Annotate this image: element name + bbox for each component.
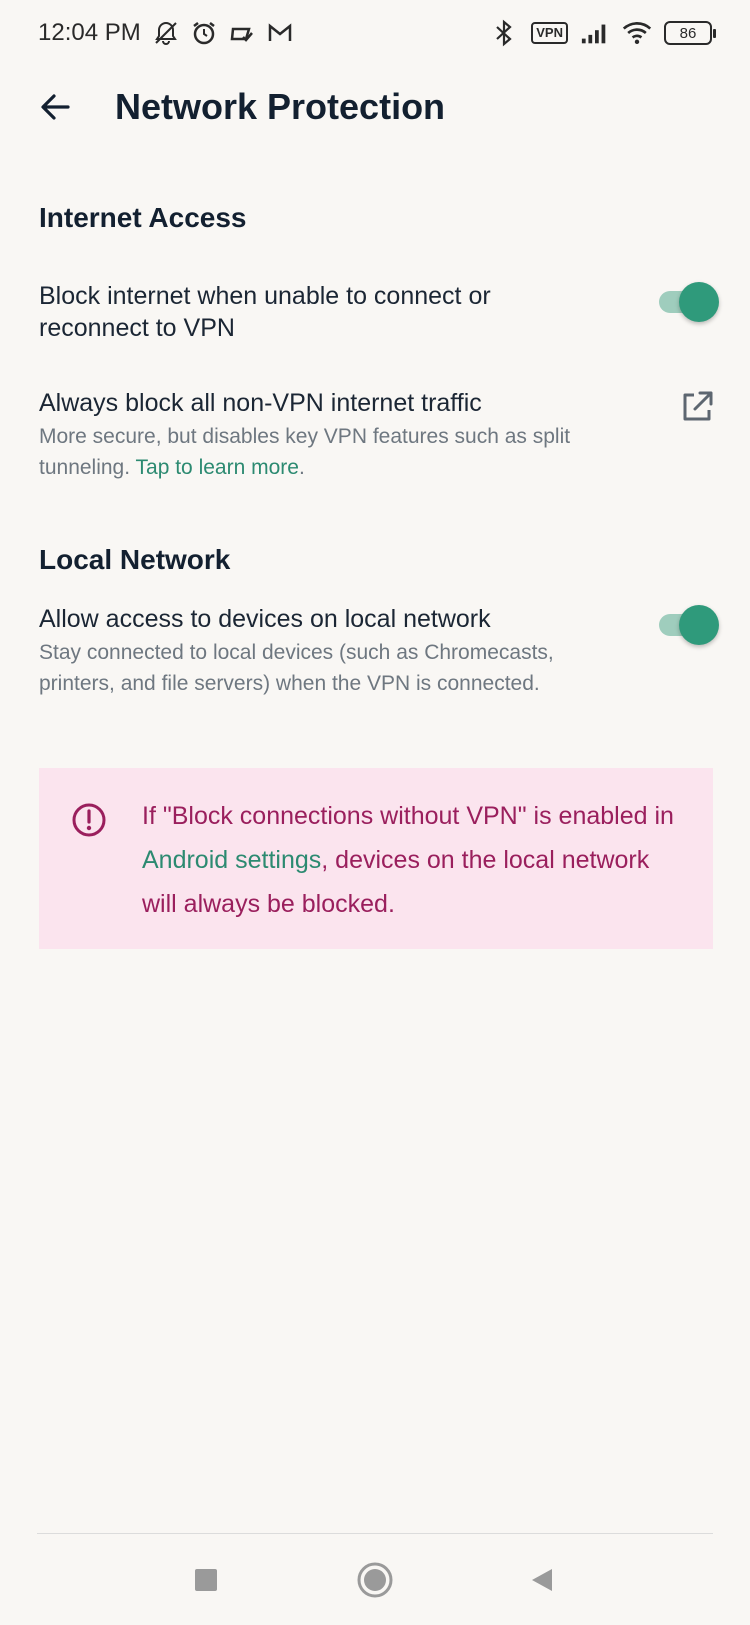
section-title-internet-access: Internet Access [39, 202, 247, 233]
setting-title: Block internet when unable to connect or… [39, 282, 491, 342]
page-title: Network Protection [115, 86, 446, 127]
description-suffix: . [298, 456, 305, 479]
signal-icon [580, 18, 610, 48]
arrow-left-icon [41, 94, 70, 120]
back-button[interactable] [30, 82, 80, 132]
status-left: 12:04 PM [38, 18, 295, 48]
setting-description: More secure, but disables key VPN featur… [39, 421, 609, 483]
gmail-icon [265, 18, 295, 48]
status-time: 12:04 PM [38, 19, 141, 46]
muted-notifications-icon [151, 18, 181, 48]
app-notification-icon [227, 18, 257, 48]
setting-title: Always block all non-VPN internet traffi… [39, 389, 482, 417]
setting-title: Allow access to devices on local network [39, 605, 491, 633]
setting-description: Stay connected to local devices (such as… [39, 641, 554, 695]
status-bar: 12:04 PM VPN 86 [0, 0, 750, 66]
external-link-icon[interactable] [677, 387, 717, 427]
status-right: VPN 86 [489, 18, 716, 48]
setting-always-block[interactable]: Always block all non-VPN internet traffi… [39, 387, 719, 483]
battery-level: 86 [679, 24, 697, 42]
setting-block-on-disconnect[interactable]: Block internet when unable to connect or… [39, 280, 719, 344]
battery-icon: 86 [664, 21, 716, 45]
triangle-back-icon [532, 1569, 552, 1591]
home-button[interactable] [353, 1558, 397, 1602]
learn-more-link[interactable]: Tap to learn more [136, 456, 299, 479]
android-settings-link[interactable]: Android settings [142, 846, 321, 874]
toggle-thumb [679, 605, 719, 645]
system-back-button[interactable] [520, 1558, 564, 1602]
setting-allow-local[interactable]: Allow access to devices on local network… [39, 603, 719, 699]
bluetooth-icon [489, 18, 519, 48]
warning-text-prefix: If "Block connections without VPN" is en… [142, 802, 674, 830]
section-title-local-network: Local Network [39, 544, 231, 575]
warning-box: If "Block connections without VPN" is en… [39, 768, 713, 949]
alert-circle-icon [71, 802, 107, 838]
app-bar: Network Protection [0, 66, 750, 150]
recents-button[interactable] [184, 1558, 228, 1602]
square-icon [195, 1569, 217, 1591]
vpn-icon: VPN [531, 22, 568, 44]
allow-local-toggle[interactable] [655, 605, 719, 645]
circle-icon [357, 1562, 393, 1598]
block-on-disconnect-toggle[interactable] [655, 282, 719, 322]
nav-bar [0, 1534, 750, 1625]
toggle-thumb [679, 282, 719, 322]
alarm-icon [189, 18, 219, 48]
wifi-icon [622, 18, 652, 48]
warning-text: If "Block connections without VPN" is en… [142, 794, 687, 926]
